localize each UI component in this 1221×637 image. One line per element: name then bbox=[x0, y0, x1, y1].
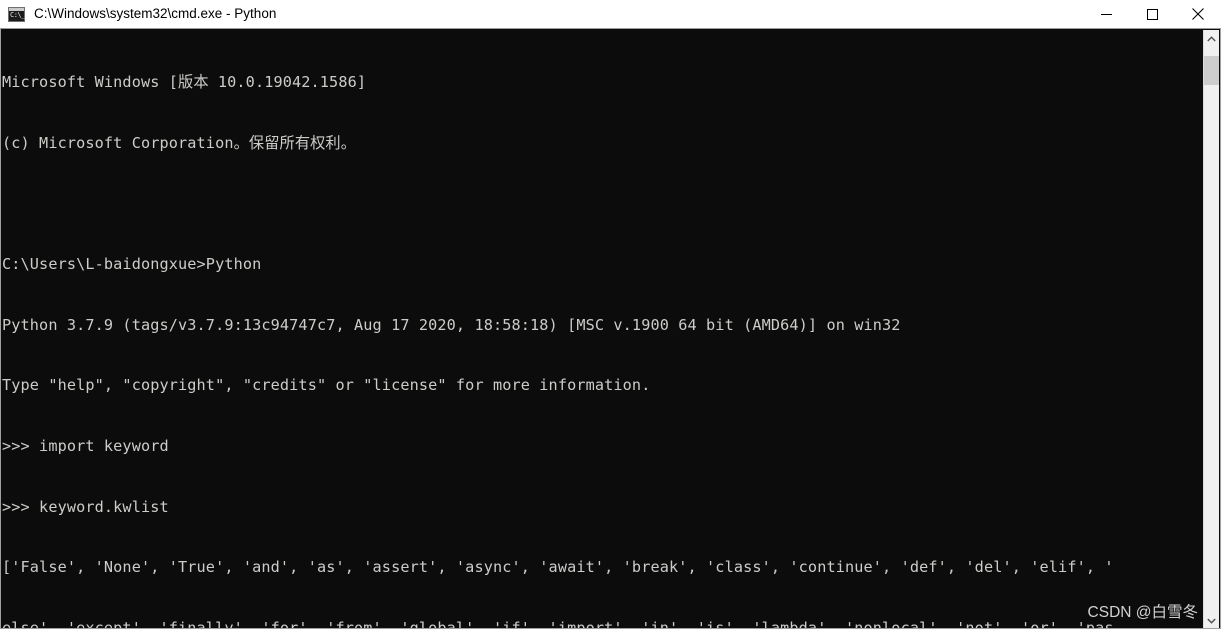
title-bar[interactable]: C:\_ C:\Windows\system32\cmd.exe - Pytho… bbox=[0, 0, 1221, 28]
title-bar-left: C:\_ C:\Windows\system32\cmd.exe - Pytho… bbox=[0, 0, 276, 28]
scrollbar-thumb[interactable] bbox=[1204, 56, 1219, 85]
cmd-console-icon: C:\_ bbox=[8, 6, 25, 22]
console-frame: Microsoft Windows [版本 10.0.19042.1586] (… bbox=[0, 28, 1221, 629]
console-line: ['False', 'None', 'True', 'and', 'as', '… bbox=[2, 558, 1114, 577]
console-line: Python 3.7.9 (tags/v3.7.9:13c94747c7, Au… bbox=[2, 315, 901, 334]
console-line: Type "help", "copyright", "credits" or "… bbox=[2, 376, 651, 395]
window-controls bbox=[1083, 0, 1221, 28]
console-line: else', 'except', 'finally', 'for', 'from… bbox=[2, 618, 1114, 628]
chevron-down-icon bbox=[1207, 618, 1216, 624]
window-title: C:\Windows\system32\cmd.exe - Python bbox=[34, 6, 277, 21]
chevron-up-icon bbox=[1207, 35, 1216, 41]
close-button[interactable] bbox=[1175, 0, 1221, 28]
vertical-scrollbar[interactable] bbox=[1203, 30, 1219, 628]
console-line: >>> keyword.kwlist bbox=[2, 497, 169, 516]
console-line: Microsoft Windows [版本 10.0.19042.1586] bbox=[2, 73, 367, 92]
minimize-button[interactable] bbox=[1083, 0, 1129, 28]
maximize-button[interactable] bbox=[1129, 0, 1175, 28]
console-line: >>> import keyword bbox=[2, 436, 169, 455]
console-line: C:\Users\L-baidongxue>Python bbox=[2, 255, 262, 274]
scrollbar-up-button[interactable] bbox=[1204, 30, 1219, 47]
console-output[interactable]: Microsoft Windows [版本 10.0.19042.1586] (… bbox=[1, 29, 1205, 628]
cmd-console-icon-glyph: C:\_ bbox=[10, 10, 25, 19]
cmd-window: C:\_ C:\Windows\system32\cmd.exe - Pytho… bbox=[0, 0, 1221, 637]
maximize-icon bbox=[1146, 8, 1158, 20]
minimize-icon bbox=[1100, 13, 1112, 15]
scrollbar-down-button[interactable] bbox=[1204, 612, 1219, 628]
console-line: (c) Microsoft Corporation。保留所有权利。 bbox=[2, 134, 357, 152]
close-icon bbox=[1192, 8, 1204, 20]
